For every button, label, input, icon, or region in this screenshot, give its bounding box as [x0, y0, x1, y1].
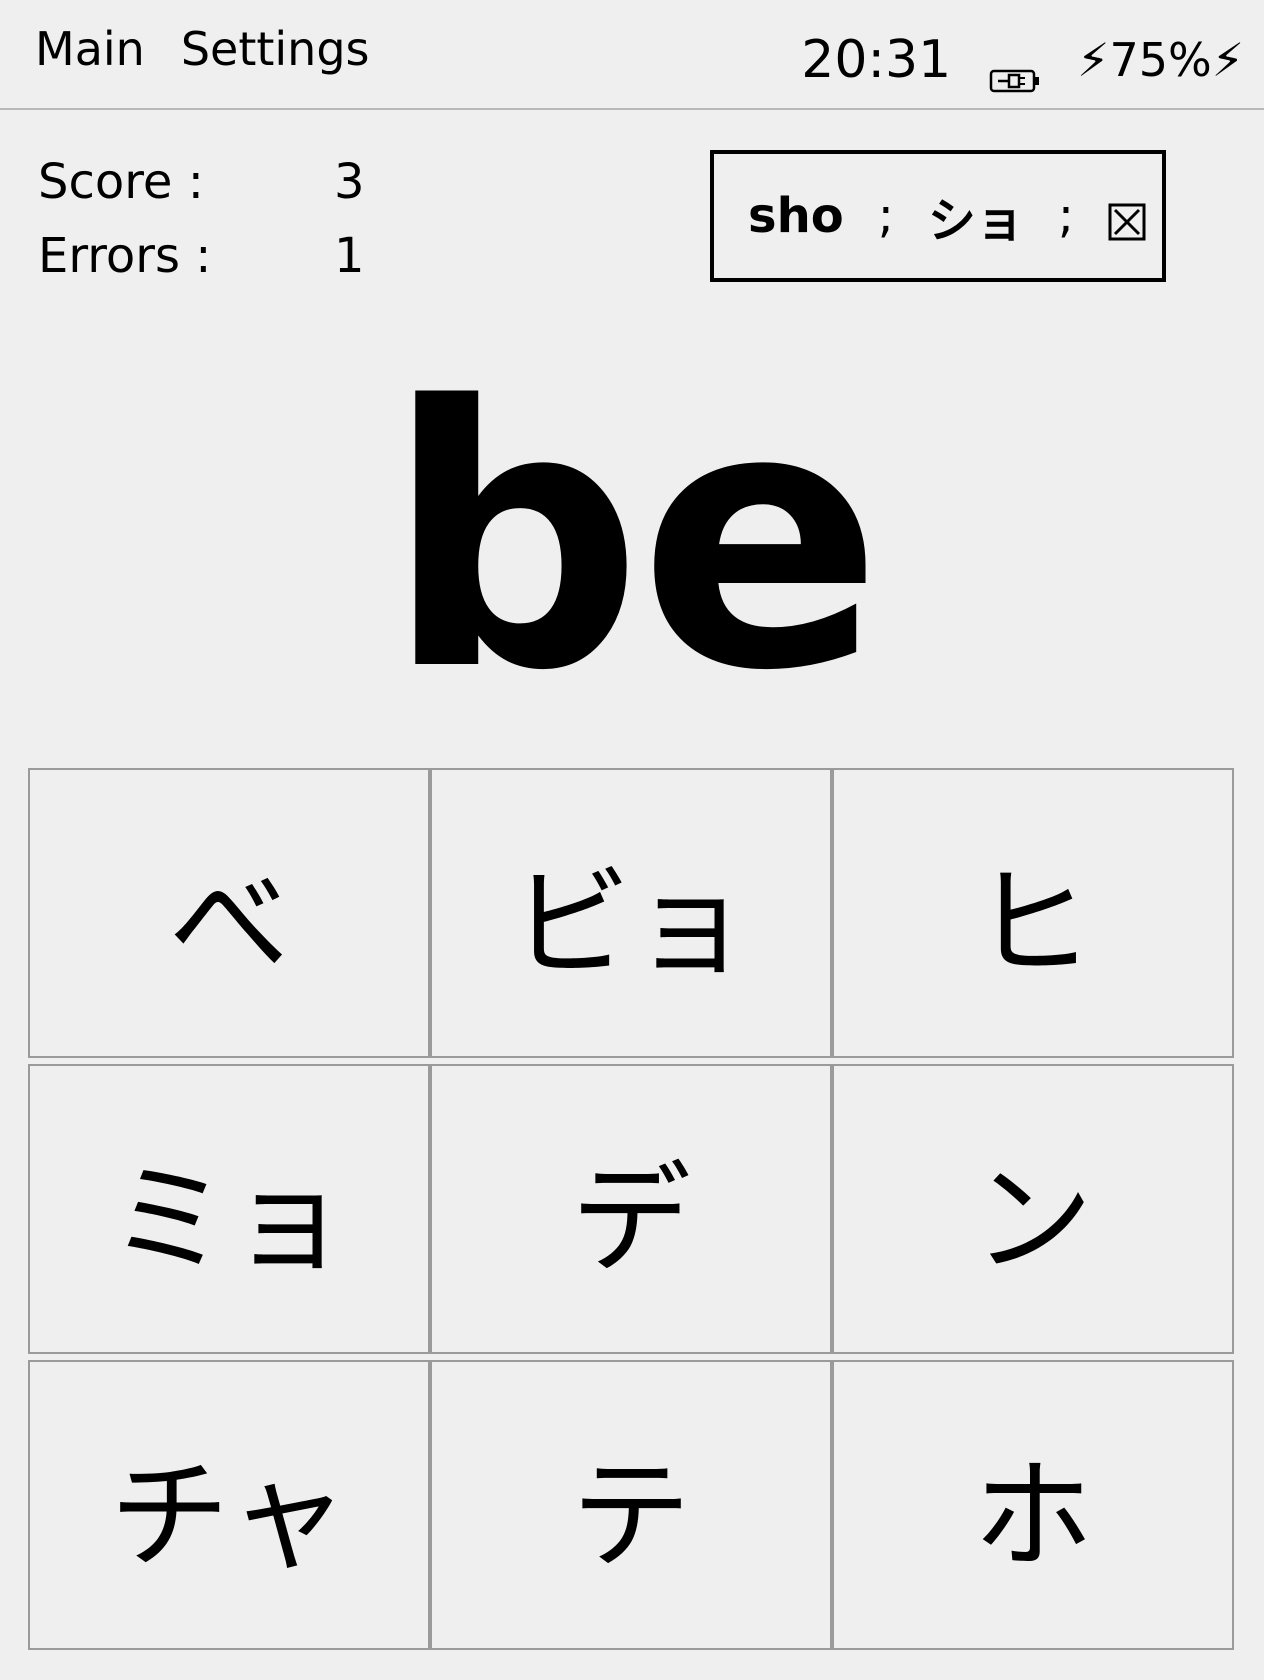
score-label: Score : — [38, 154, 204, 210]
separator: ; — [1057, 188, 1075, 244]
prompt-romaji: be — [385, 330, 883, 749]
clock: 20:31 — [801, 30, 952, 90]
answer-button[interactable]: ビョ — [430, 768, 832, 1058]
answer-grid: べ ビョ ヒ ミョ デ ン チャ テ ホ — [28, 768, 1236, 1650]
menu-main[interactable]: Main — [35, 22, 145, 76]
errors-label: Errors : — [38, 228, 212, 284]
answer-button[interactable]: ヒ — [832, 768, 1234, 1058]
answer-button[interactable]: ホ — [832, 1360, 1234, 1650]
errors-row: Errors : 1 — [38, 219, 365, 293]
battery-text: ⚡75%⚡ — [1077, 33, 1244, 87]
answer-button[interactable]: デ — [430, 1064, 832, 1354]
answer-button[interactable]: べ — [28, 768, 430, 1058]
top-bar: Main Settings 20:31 ⚡75%⚡ — [0, 0, 1264, 110]
answer-button[interactable]: テ — [430, 1360, 832, 1650]
separator: ; — [877, 188, 894, 244]
wrong-box-icon — [1108, 197, 1146, 241]
answer-button[interactable]: ン — [832, 1064, 1234, 1354]
last-answer-box: sho ; ショ ; — [710, 150, 1166, 282]
answer-button[interactable]: ミョ — [28, 1064, 430, 1354]
status-area: 20:31 ⚡75%⚡ — [801, 30, 1244, 93]
last-answer-romaji: sho — [748, 188, 844, 244]
answer-button[interactable]: チャ — [28, 1360, 430, 1650]
menu-bar: Main Settings — [35, 22, 369, 76]
stats-panel: Score : 3 Errors : 1 — [38, 145, 365, 293]
score-value: 3 — [334, 154, 365, 210]
errors-value: 1 — [334, 228, 365, 284]
menu-settings[interactable]: Settings — [181, 22, 370, 76]
battery-charging-icon — [989, 47, 1041, 93]
score-row: Score : 3 — [38, 145, 365, 219]
last-answer-kana: ショ — [927, 193, 1024, 249]
